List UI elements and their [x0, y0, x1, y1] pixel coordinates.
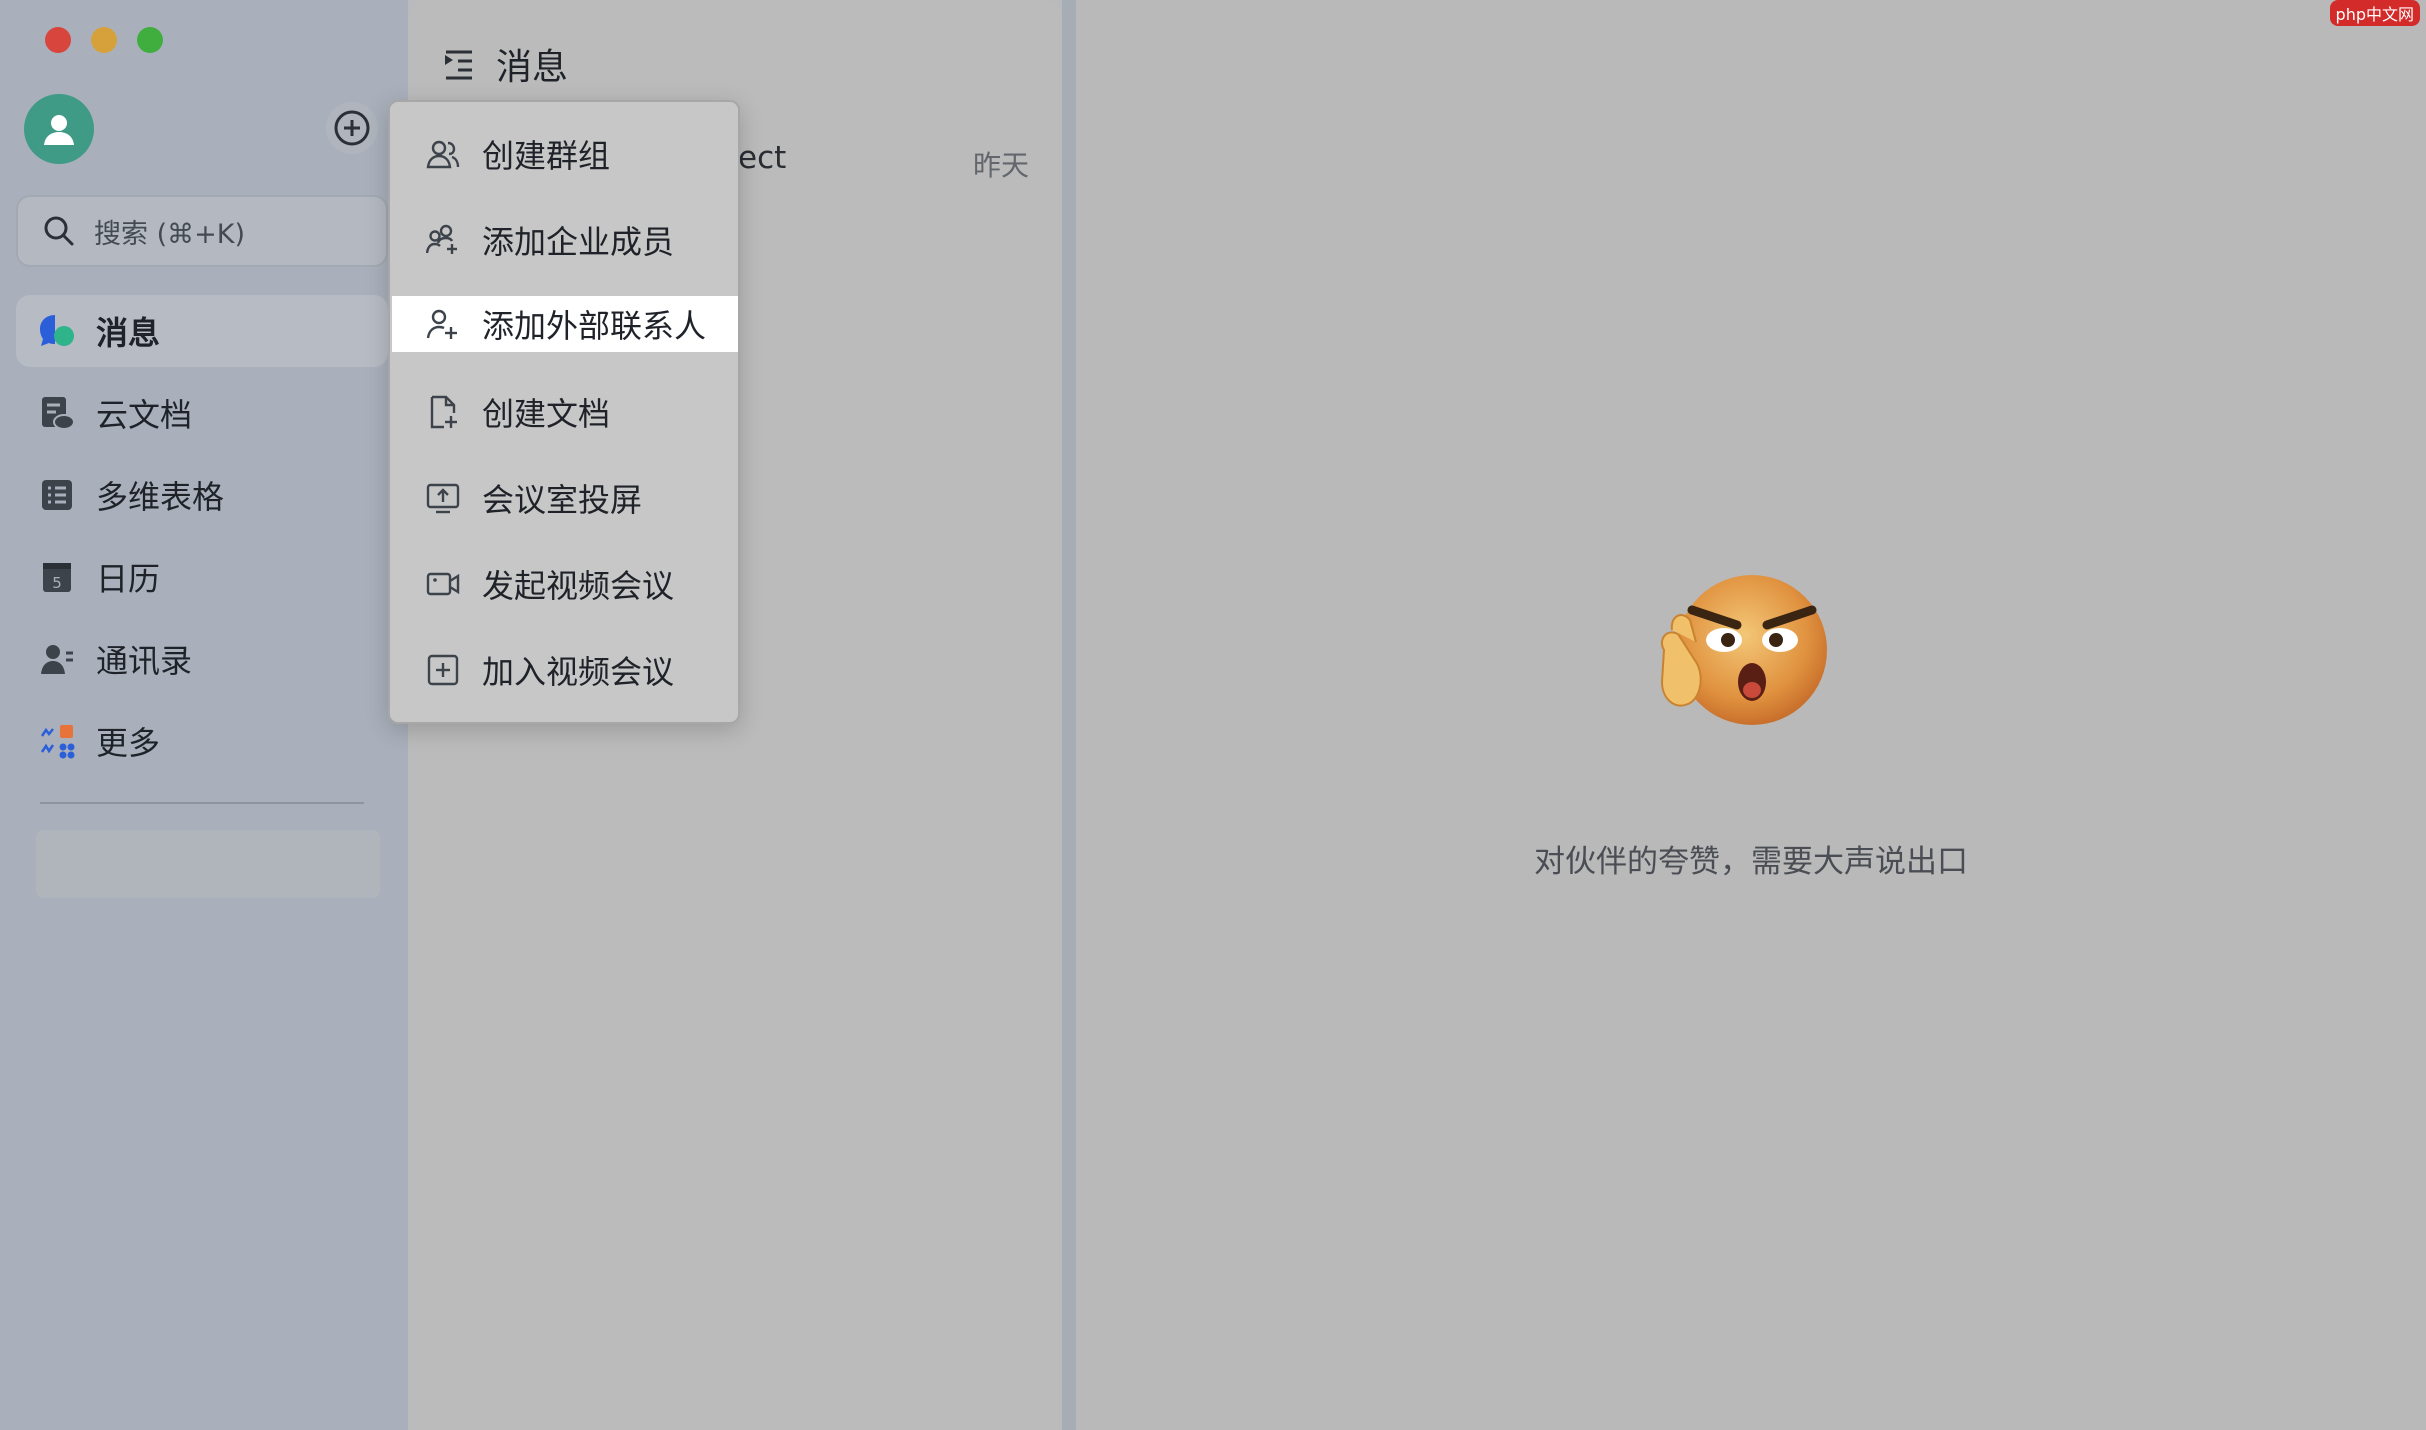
sidebar-item-messages[interactable]: 消息: [16, 295, 388, 367]
sidebar-divider: [40, 802, 364, 804]
thumbs-up-emoji-icon: [1660, 575, 1827, 725]
svg-text:5: 5: [52, 574, 62, 592]
search-input[interactable]: 搜索 (⌘+K): [16, 195, 388, 267]
sidebar-item-label: 更多: [96, 724, 161, 762]
plus-circle-icon: [334, 110, 370, 146]
screen-share-icon: [424, 479, 462, 517]
sidebar-item-base[interactable]: 多维表格: [16, 459, 388, 531]
user-avatar-icon: [44, 115, 74, 145]
minimize-window-button[interactable]: [91, 27, 117, 53]
search-placeholder: 搜索 (⌘+K): [94, 218, 245, 250]
sidebar-item-label: 通讯录: [96, 642, 193, 680]
sidebar-item-contacts[interactable]: 通讯录: [16, 623, 388, 695]
menu-item-label: 发起视频会议: [482, 567, 675, 605]
sidebar-item-label: 云文档: [96, 396, 193, 434]
menu-item-label: 添加企业成员: [482, 223, 675, 261]
base-table-icon: [38, 476, 76, 514]
new-doc-icon: [424, 393, 462, 431]
sidebar-item-more[interactable]: 更多: [16, 705, 388, 777]
menu-item-create-doc[interactable]: 创建文档: [392, 384, 738, 440]
message-list-header: 消息: [442, 38, 568, 90]
video-camera-icon: [424, 565, 462, 603]
sidebar-item-calendar[interactable]: 5 日历: [16, 541, 388, 613]
group-icon: [424, 135, 462, 173]
menu-item-label: 会议室投屏: [482, 481, 643, 519]
message-bubble-icon: [38, 312, 76, 350]
close-window-button[interactable]: [45, 27, 71, 53]
add-button[interactable]: [326, 102, 378, 154]
conversation-name[interactable]: ect: [738, 140, 786, 176]
add-contact-icon: [424, 305, 462, 343]
menu-item-add-members[interactable]: 添加企业成员: [392, 212, 738, 268]
menu-item-join-video-meeting[interactable]: 加入视频会议: [392, 642, 738, 698]
contacts-icon: [38, 640, 76, 678]
conversation-time: 昨天: [973, 149, 1030, 182]
join-meeting-icon: [424, 651, 462, 689]
toggle-sidebar-icon[interactable]: [442, 47, 476, 81]
more-apps-icon: [38, 722, 76, 760]
empty-state-text: 对伙伴的夸赞，需要大声说出口: [1534, 844, 1968, 880]
add-members-icon: [424, 221, 462, 259]
sidebar-item-label: 消息: [96, 314, 161, 352]
search-icon: [44, 216, 74, 246]
add-menu-dropdown: 创建群组 添加企业成员 添加外部联系人 创建文档 会议室投屏 发起视频会议 加入…: [388, 100, 740, 724]
sidebar-item-label: 日历: [96, 560, 161, 598]
cloud-doc-icon: [38, 394, 76, 432]
menu-item-create-group[interactable]: 创建群组: [392, 126, 738, 182]
maximize-window-button[interactable]: [137, 27, 163, 53]
panel-divider[interactable]: [1062, 0, 1076, 1430]
menu-item-label: 创建群组: [482, 137, 611, 175]
menu-item-label: 加入视频会议: [482, 653, 675, 691]
watermark: php中文网: [2329, 0, 2420, 26]
menu-item-label: 创建文档: [482, 395, 611, 433]
menu-item-add-external-contact[interactable]: 添加外部联系人: [392, 296, 738, 352]
page-title: 消息: [496, 47, 569, 88]
calendar-icon: 5: [38, 558, 76, 596]
avatar[interactable]: [24, 94, 94, 164]
sidebar: 搜索 (⌘+K) 消息 云文档 多维表格 5 日历 通讯录 更多: [0, 0, 408, 1430]
menu-item-start-video-meeting[interactable]: 发起视频会议: [392, 556, 738, 612]
sidebar-item-label: 多维表格: [96, 478, 225, 516]
conversation-empty-panel: 对伙伴的夸赞，需要大声说出口 php中文网: [1076, 0, 2426, 1430]
sidebar-item-cloud-docs[interactable]: 云文档: [16, 377, 388, 449]
menu-item-label: 添加外部联系人: [482, 307, 707, 345]
menu-item-room-screen-share[interactable]: 会议室投屏: [392, 470, 738, 526]
sidebar-pinned-area: [36, 830, 380, 898]
